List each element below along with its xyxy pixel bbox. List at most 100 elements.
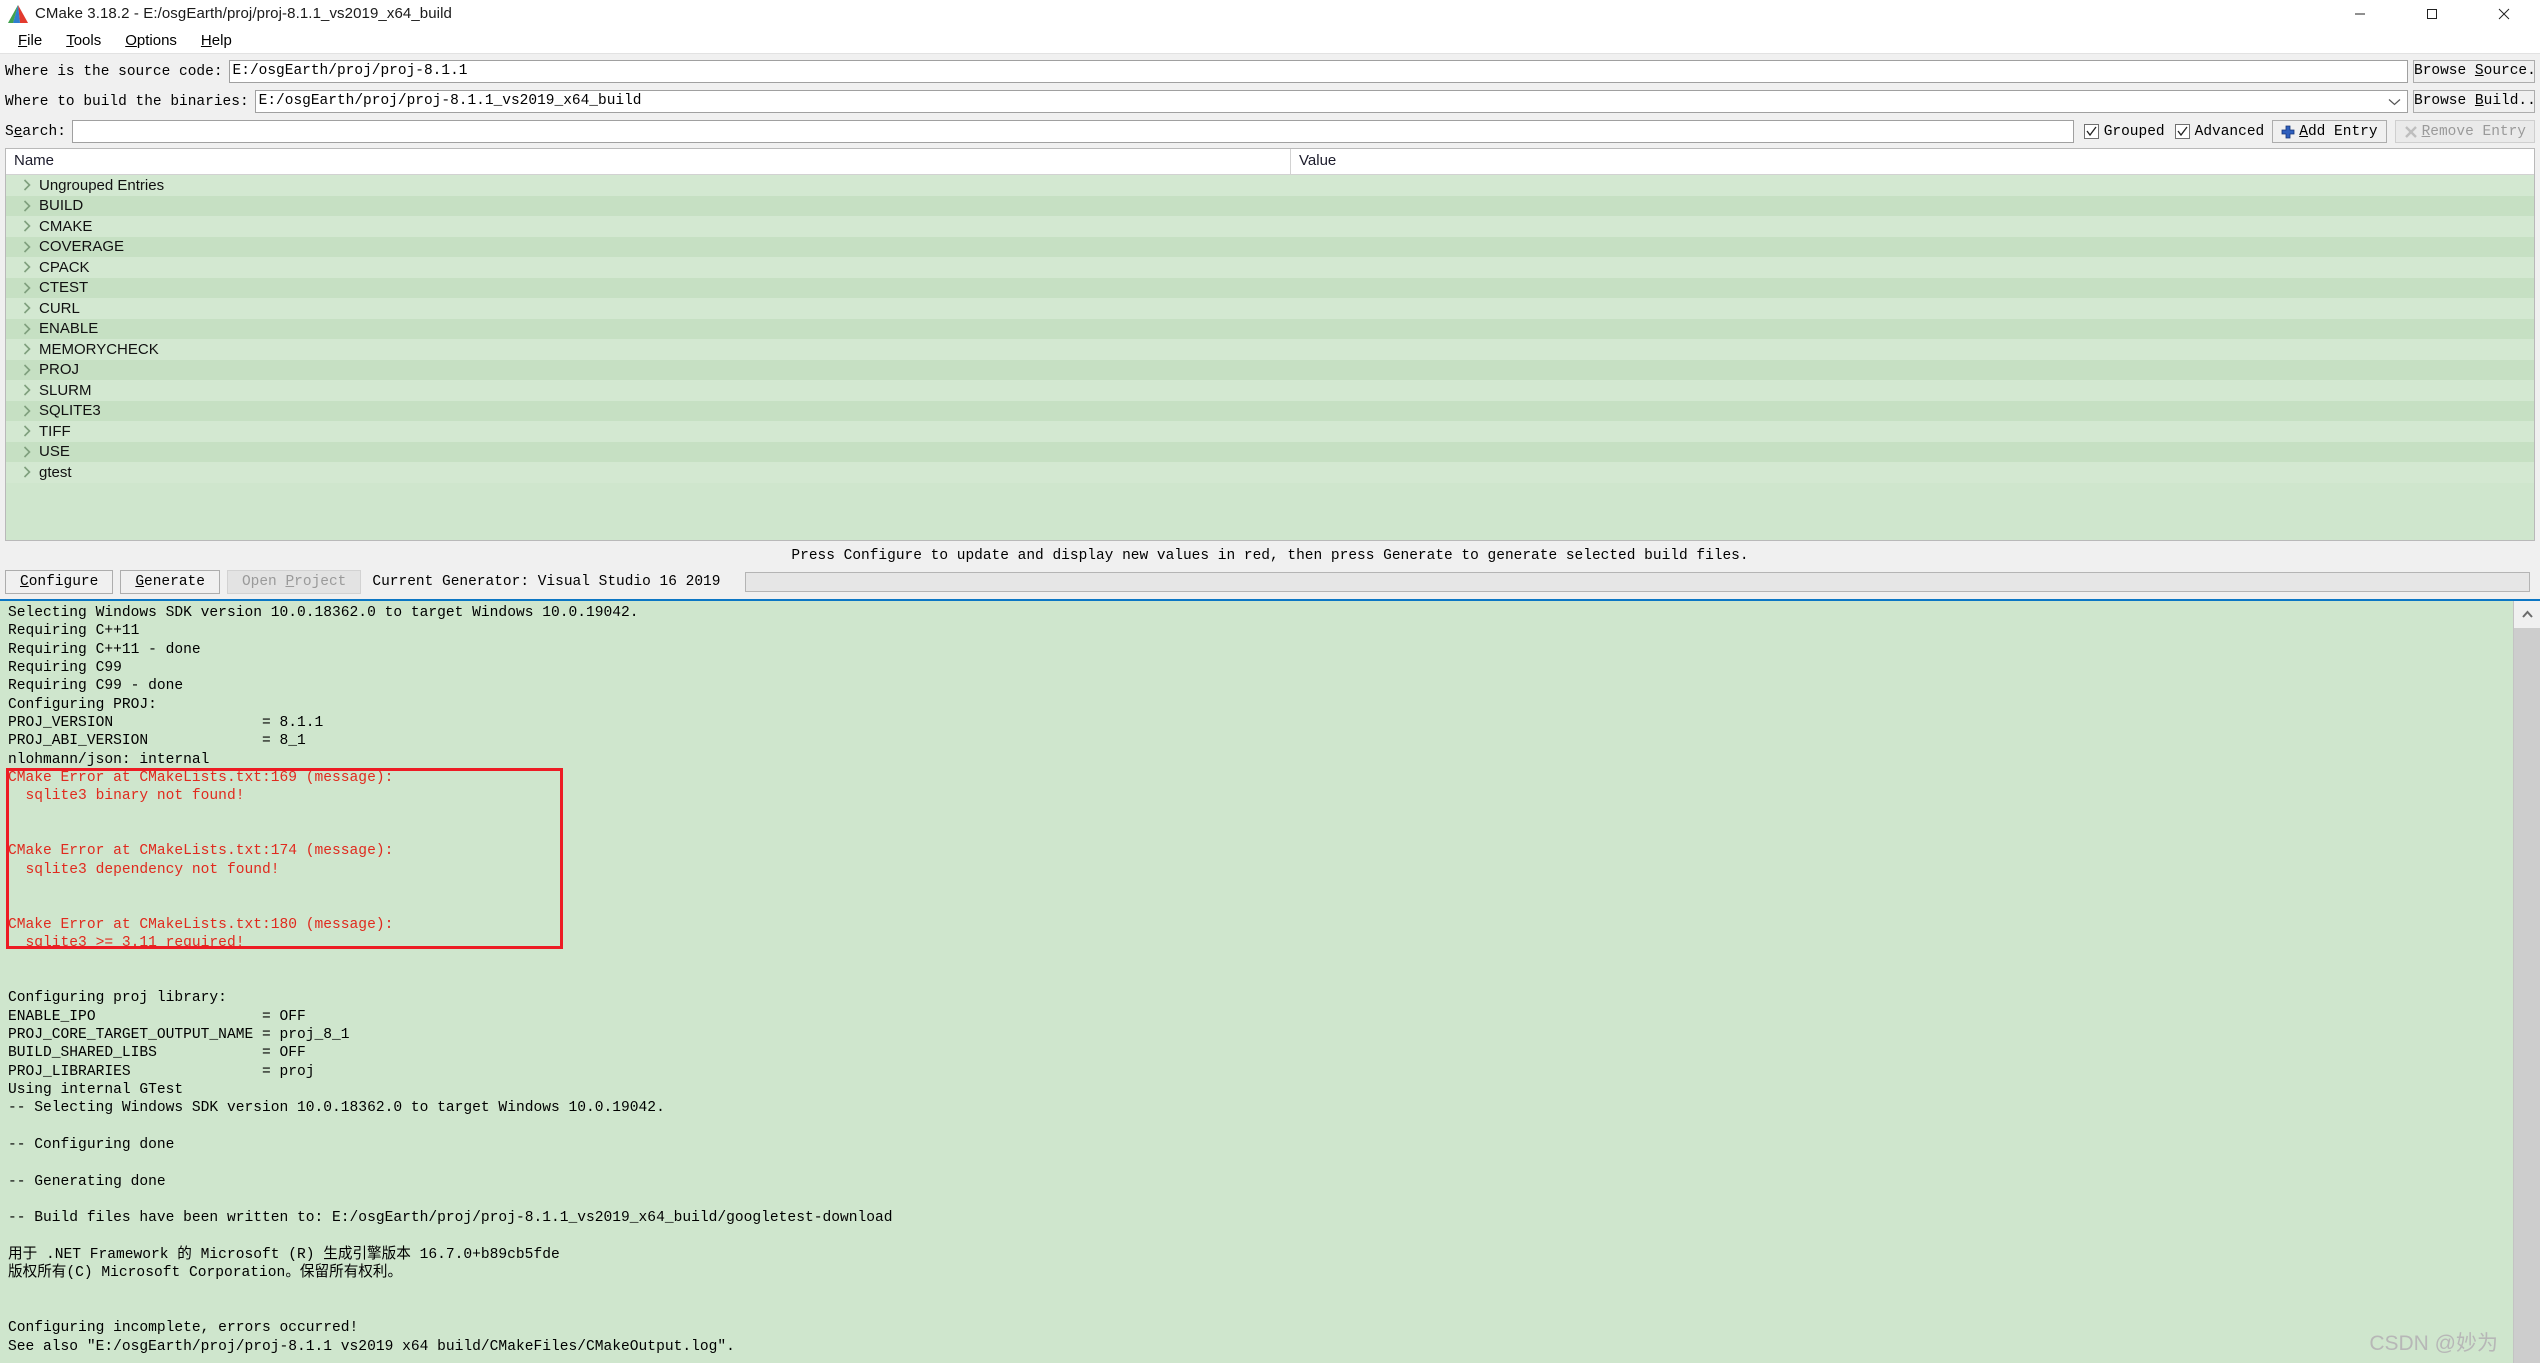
log-line: Configuring PROJ:	[8, 696, 157, 713]
add-entry-accel: A	[2299, 123, 2308, 140]
menu-file-label: F	[18, 31, 28, 49]
search-input[interactable]	[71, 120, 2074, 143]
browse-source-accel: S	[2474, 63, 2484, 79]
log-line: Using internal GTest	[8, 1081, 184, 1098]
title-bar: CMake 3.18.2 - E:/osgEarth/proj/proj-8.1…	[0, 0, 2540, 27]
log-line: 版权所有(C) Microsoft Corporation。保留所有权利。	[8, 1265, 403, 1282]
table-row-name: COVERAGE	[39, 238, 125, 256]
open-project-button[interactable]: Open Project	[226, 569, 362, 594]
table-row-name: CMAKE	[39, 217, 93, 235]
close-icon[interactable]	[2468, 0, 2540, 27]
chevron-right-icon[interactable]	[19, 321, 35, 337]
table-row-name: CPACK	[39, 258, 90, 276]
table-row[interactable]: SLURM	[6, 380, 2534, 401]
log-scrollbar[interactable]	[2513, 601, 2540, 1363]
table-row[interactable]: CURL	[6, 298, 2534, 319]
scroll-track[interactable]	[2514, 628, 2540, 1363]
table-row[interactable]: Ungrouped Entries	[6, 175, 2534, 196]
browse-source-button[interactable]: Browse Source...	[2413, 60, 2535, 83]
cache-entries-table: Name Value Ungrouped Entries BUILD CMAKE CO…	[5, 148, 2535, 541]
browse-build-button[interactable]: Browse Build...	[2413, 90, 2535, 113]
chevron-right-icon[interactable]	[19, 198, 35, 214]
log-line: Selecting Windows SDK version 10.0.18362…	[8, 605, 639, 621]
table-row[interactable]: ENABLE	[6, 318, 2534, 339]
log-line: Requiring C99 - done	[8, 678, 184, 695]
table-row[interactable]: CTEST	[6, 277, 2534, 298]
checkmark-icon	[2174, 124, 2190, 139]
menu-help[interactable]: Help	[189, 30, 244, 51]
table-row[interactable]: USE	[6, 441, 2534, 462]
table-row[interactable]: BUILD	[6, 195, 2534, 216]
table-row[interactable]: MEMORYCHECK	[6, 339, 2534, 360]
source-label: Where is the source code:	[5, 63, 223, 80]
log-line: -- Configuring done	[8, 1136, 175, 1153]
log-line: PROJ_CORE_TARGET_OUTPUT_NAME = proj_8_1	[8, 1026, 350, 1043]
chevron-right-icon[interactable]	[19, 218, 35, 234]
column-header-name[interactable]: Name	[6, 149, 1291, 174]
table-body: Ungrouped Entries BUILD CMAKE COVERAGE CPACK…	[6, 175, 2534, 540]
remove-x-icon	[2404, 125, 2418, 139]
chevron-right-icon[interactable]	[19, 382, 35, 398]
chevron-right-icon[interactable]	[19, 341, 35, 357]
chevron-right-icon[interactable]	[19, 403, 35, 419]
table-row-name: Ungrouped Entries	[39, 176, 165, 194]
grouped-checkbox[interactable]: Grouped	[2083, 123, 2165, 140]
table-row[interactable]: CPACK	[6, 257, 2534, 278]
log-line: Configuring proj library:	[8, 990, 227, 1007]
menu-file-rest: ile	[27, 31, 43, 49]
build-input[interactable]: E:/osgEarth/proj/proj-8.1.1_vs2019_x64_b…	[254, 90, 2408, 113]
column-header-value[interactable]: Value	[1291, 149, 2534, 174]
search-row: Search: Grouped Advanced Add Entry R emo…	[5, 119, 2535, 144]
menu-tools[interactable]: Tools	[54, 30, 113, 51]
menu-bar: File Tools Options Help	[0, 27, 2540, 54]
table-row[interactable]: TIFF	[6, 421, 2534, 442]
open-project-accel: P	[285, 573, 295, 590]
chevron-down-icon[interactable]	[2385, 91, 2403, 112]
chevron-right-icon[interactable]	[19, 423, 35, 439]
add-entry-button[interactable]: Add Entry	[2272, 120, 2387, 143]
menu-tools-rest: ools	[73, 31, 102, 49]
paths-section: Where is the source code: E:/osgEarth/pr…	[0, 54, 2540, 148]
table-row[interactable]: COVERAGE	[6, 236, 2534, 257]
menu-options-label: O	[125, 31, 137, 49]
chevron-right-icon[interactable]	[19, 177, 35, 193]
menu-options[interactable]: Options	[113, 30, 189, 51]
maximize-icon[interactable]	[2396, 0, 2468, 27]
chevron-right-icon[interactable]	[19, 239, 35, 255]
chevron-right-icon[interactable]	[19, 259, 35, 275]
chevron-right-icon[interactable]	[19, 300, 35, 316]
log-line: 用于 .NET Framework 的 Microsoft (R) 生成引擎版本…	[8, 1247, 560, 1264]
minimize-icon[interactable]	[2324, 0, 2396, 27]
configure-button[interactable]: Configure	[5, 569, 114, 594]
table-row[interactable]: SQLITE3	[6, 400, 2534, 421]
table-row[interactable]: PROJ	[6, 359, 2534, 380]
grouped-label: Grouped	[2103, 123, 2165, 140]
scroll-up-arrow-icon[interactable]	[2514, 601, 2540, 628]
progress-bar	[745, 571, 2530, 592]
output-log-text[interactable]: Selecting Windows SDK version 10.0.18362…	[0, 601, 2513, 1363]
advanced-checkbox[interactable]: Advanced	[2174, 124, 2264, 140]
generate-accel: G	[135, 573, 145, 590]
hint-text: Press Configure to update and display ne…	[791, 548, 1749, 564]
table-row[interactable]: CMAKE	[6, 216, 2534, 237]
generate-button[interactable]: Generate	[120, 569, 220, 594]
table-row[interactable]: gtest	[6, 462, 2534, 483]
source-input[interactable]: E:/osgEarth/proj/proj-8.1.1	[228, 60, 2408, 83]
table-row-name: SLURM	[39, 381, 92, 399]
search-label: Search:	[5, 123, 66, 140]
table-row-name: MEMORYCHECK	[39, 340, 159, 358]
watermark-label: CSDN @妙为	[2369, 1332, 2498, 1355]
chevron-right-icon[interactable]	[19, 444, 35, 460]
action-bar: Configure Generate Open Project Current …	[0, 569, 2540, 599]
menu-file[interactable]: File	[6, 30, 54, 51]
remove-entry-button[interactable]: Remove Entry	[2394, 120, 2535, 143]
chevron-right-icon[interactable]	[19, 362, 35, 378]
chevron-right-icon[interactable]	[19, 464, 35, 480]
chevron-right-icon[interactable]	[19, 280, 35, 296]
